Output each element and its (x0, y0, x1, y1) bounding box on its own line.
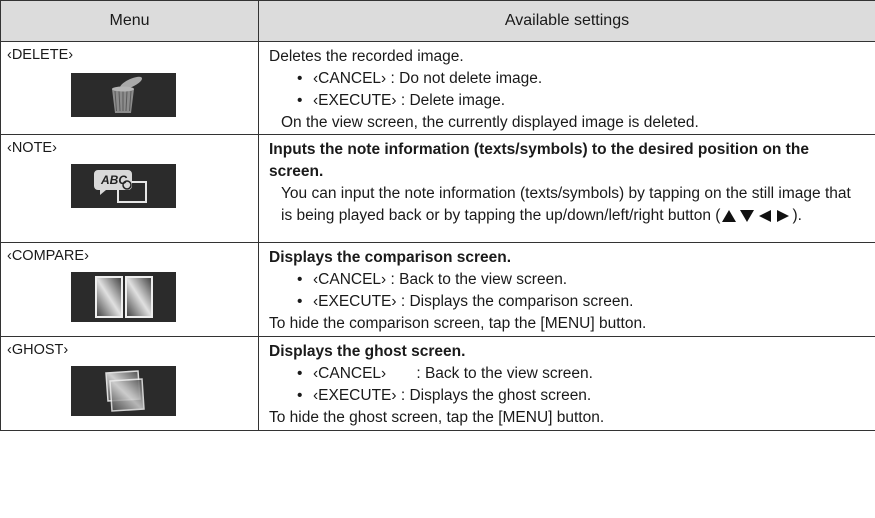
menu-label-delete: ‹DELETE› (7, 47, 74, 63)
direction-buttons (720, 207, 792, 224)
list-item: ‹CANCEL› : Back to the view screen. (297, 269, 865, 291)
section-title: Inputs the note information (texts/symbo… (269, 141, 809, 180)
menu-label-ghost: ‹GHOST› (7, 342, 69, 358)
note-text: To hide the ghost screen, tap the [MENU]… (269, 409, 605, 426)
list-item: ‹CANCEL› : Do not delete image. (297, 68, 865, 90)
table-row: ‹COMPARE› Displays the comparison screen… (0, 242, 875, 337)
settings-column-header: Available settings (258, 0, 875, 42)
list-item: ‹EXECUTE› : Displays the comparison scre… (297, 291, 865, 313)
list-item: ‹EXECUTE› : Delete image. (297, 90, 865, 112)
description-text: You can input the note information (text… (281, 185, 851, 224)
note-text: To hide the comparison screen, tap the [… (269, 315, 647, 332)
ghost-screens-icon (71, 366, 176, 416)
right-arrow-icon (777, 210, 790, 222)
options-list: ‹CANCEL› : Back to the view screen. ‹EXE… (269, 269, 865, 313)
menu-cell: ‹GHOST› (0, 336, 259, 431)
list-item: ‹EXECUTE› : Displays the ghost screen. (297, 385, 865, 407)
options-list: ‹CANCEL› : Back to the view screen. ‹EXE… (269, 363, 865, 407)
up-arrow-icon (722, 210, 737, 222)
settings-cell: Deletes the recorded image. ‹CANCEL› : D… (258, 41, 875, 135)
settings-cell: Inputs the note information (texts/symbo… (258, 134, 875, 243)
menu-column-header: Menu (0, 0, 259, 42)
table-row: ‹GHOST› Displays the ghost screen. ‹CANC… (0, 336, 875, 431)
menu-label-note: ‹NOTE› (7, 140, 57, 156)
list-item: ‹CANCEL› : Back to the view screen. (297, 363, 865, 385)
menu-label-compare: ‹COMPARE› (7, 248, 89, 264)
menu-cell: ‹NOTE› ABC (0, 134, 259, 243)
note-text: On the view screen, the currently displa… (281, 114, 699, 131)
trash-can-icon (71, 73, 176, 117)
menu-cell: ‹DELETE› (0, 41, 259, 135)
menu-settings-table: Menu Available settings ‹DELETE› Deletes… (0, 0, 875, 431)
description-text: Deletes the recorded image. (269, 48, 464, 65)
table-header-row: Menu Available settings (0, 0, 875, 42)
menu-cell: ‹COMPARE› (0, 242, 259, 337)
settings-cell: Displays the ghost screen. ‹CANCEL› : Ba… (258, 336, 875, 431)
down-arrow-icon (740, 210, 755, 222)
settings-cell: Displays the comparison screen. ‹CANCEL›… (258, 242, 875, 337)
table-row: ‹NOTE› ABC Inputs the note information (… (0, 134, 875, 243)
compare-screens-icon (71, 272, 176, 322)
section-title: Displays the comparison screen. (269, 249, 512, 266)
note-abc-icon: ABC (71, 164, 176, 208)
section-title: Displays the ghost screen. (269, 343, 466, 360)
options-list: ‹CANCEL› : Do not delete image. ‹EXECUTE… (269, 68, 865, 112)
left-arrow-icon (759, 210, 772, 222)
table-row: ‹DELETE› Deletes the recorded image. ‹CA… (0, 41, 875, 135)
